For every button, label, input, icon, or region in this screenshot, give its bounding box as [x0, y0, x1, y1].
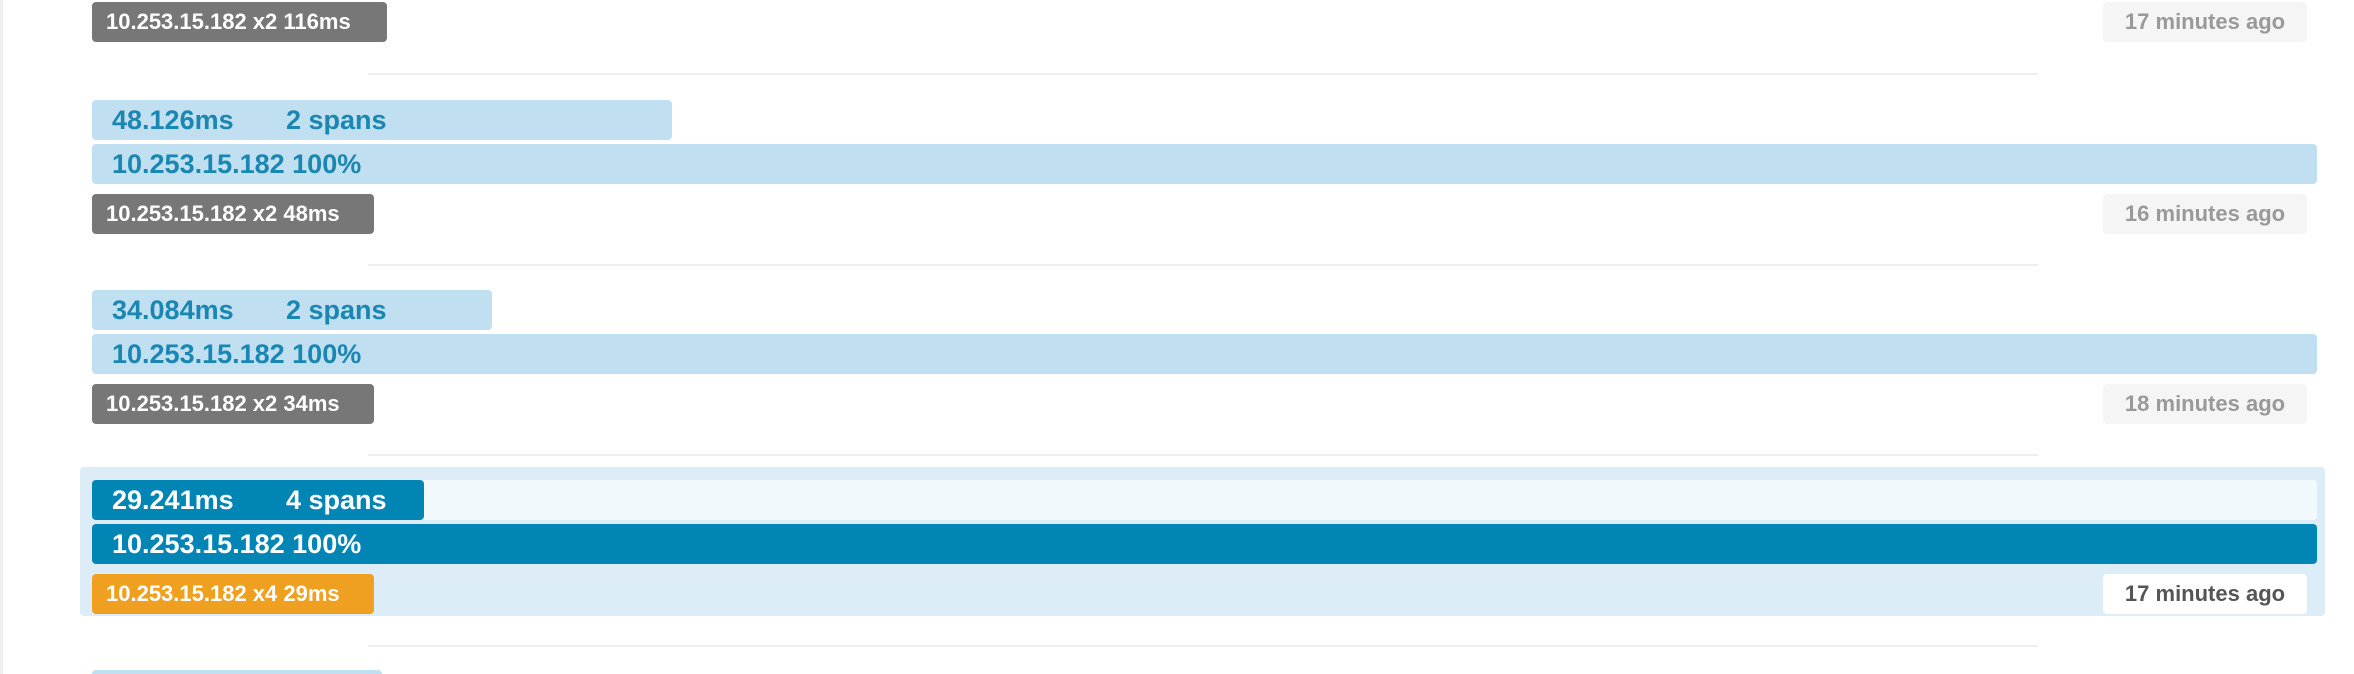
service-bar: 10.253.15.182 100% [92, 524, 2317, 564]
divider [368, 73, 2038, 75]
service-badge: 10.253.15.182 x4 29ms [92, 574, 374, 614]
timestamp: 18 minutes ago [2103, 384, 2307, 424]
span-count: 4 spans [286, 485, 387, 515]
left-border [0, 0, 3, 674]
timestamp: 17 minutes ago [2103, 2, 2307, 42]
duration-bar-partial [92, 670, 382, 674]
duration-text: 29.241ms [112, 485, 234, 515]
span-count: 2 spans [286, 295, 387, 325]
service-bar: 10.253.15.182 100% [92, 334, 2317, 374]
service-badge: 10.253.15.182 x2 116ms [92, 2, 387, 42]
duration-bar: 29.241ms 4 spans [92, 480, 424, 520]
service-percentage: 10.253.15.182 100% [112, 339, 362, 369]
trace-item[interactable]: 34.084ms 2 spans 10.253.15.182 100% 10.2… [80, 286, 2320, 428]
duration-row [92, 480, 2317, 520]
timestamp: 16 minutes ago [2103, 194, 2307, 234]
span-count: 2 spans [286, 105, 387, 135]
service-percentage: 10.253.15.182 100% [112, 149, 362, 179]
timestamp: 17 minutes ago [2103, 574, 2307, 614]
duration-bar: 48.126ms 2 spans [92, 100, 672, 140]
duration-text: 48.126ms [112, 105, 234, 135]
divider [368, 264, 2038, 266]
trace-item[interactable]: 48.126ms 2 spans 10.253.15.182 100% 10.2… [80, 96, 2320, 238]
trace-item[interactable]: 10.253.15.182 x2 116ms 17 minutes ago [80, 0, 2320, 46]
service-badge: 10.253.15.182 x2 34ms [92, 384, 374, 424]
divider [368, 645, 2038, 647]
service-percentage: 10.253.15.182 100% [112, 529, 362, 559]
trace-item-selected[interactable]: 29.241ms 4 spans 10.253.15.182 100% 10.2… [80, 467, 2325, 616]
divider [368, 454, 2038, 456]
service-bar: 10.253.15.182 100% [92, 144, 2317, 184]
duration-text: 34.084ms [112, 295, 234, 325]
service-badge: 10.253.15.182 x2 48ms [92, 194, 374, 234]
duration-bar: 34.084ms 2 spans [92, 290, 492, 330]
